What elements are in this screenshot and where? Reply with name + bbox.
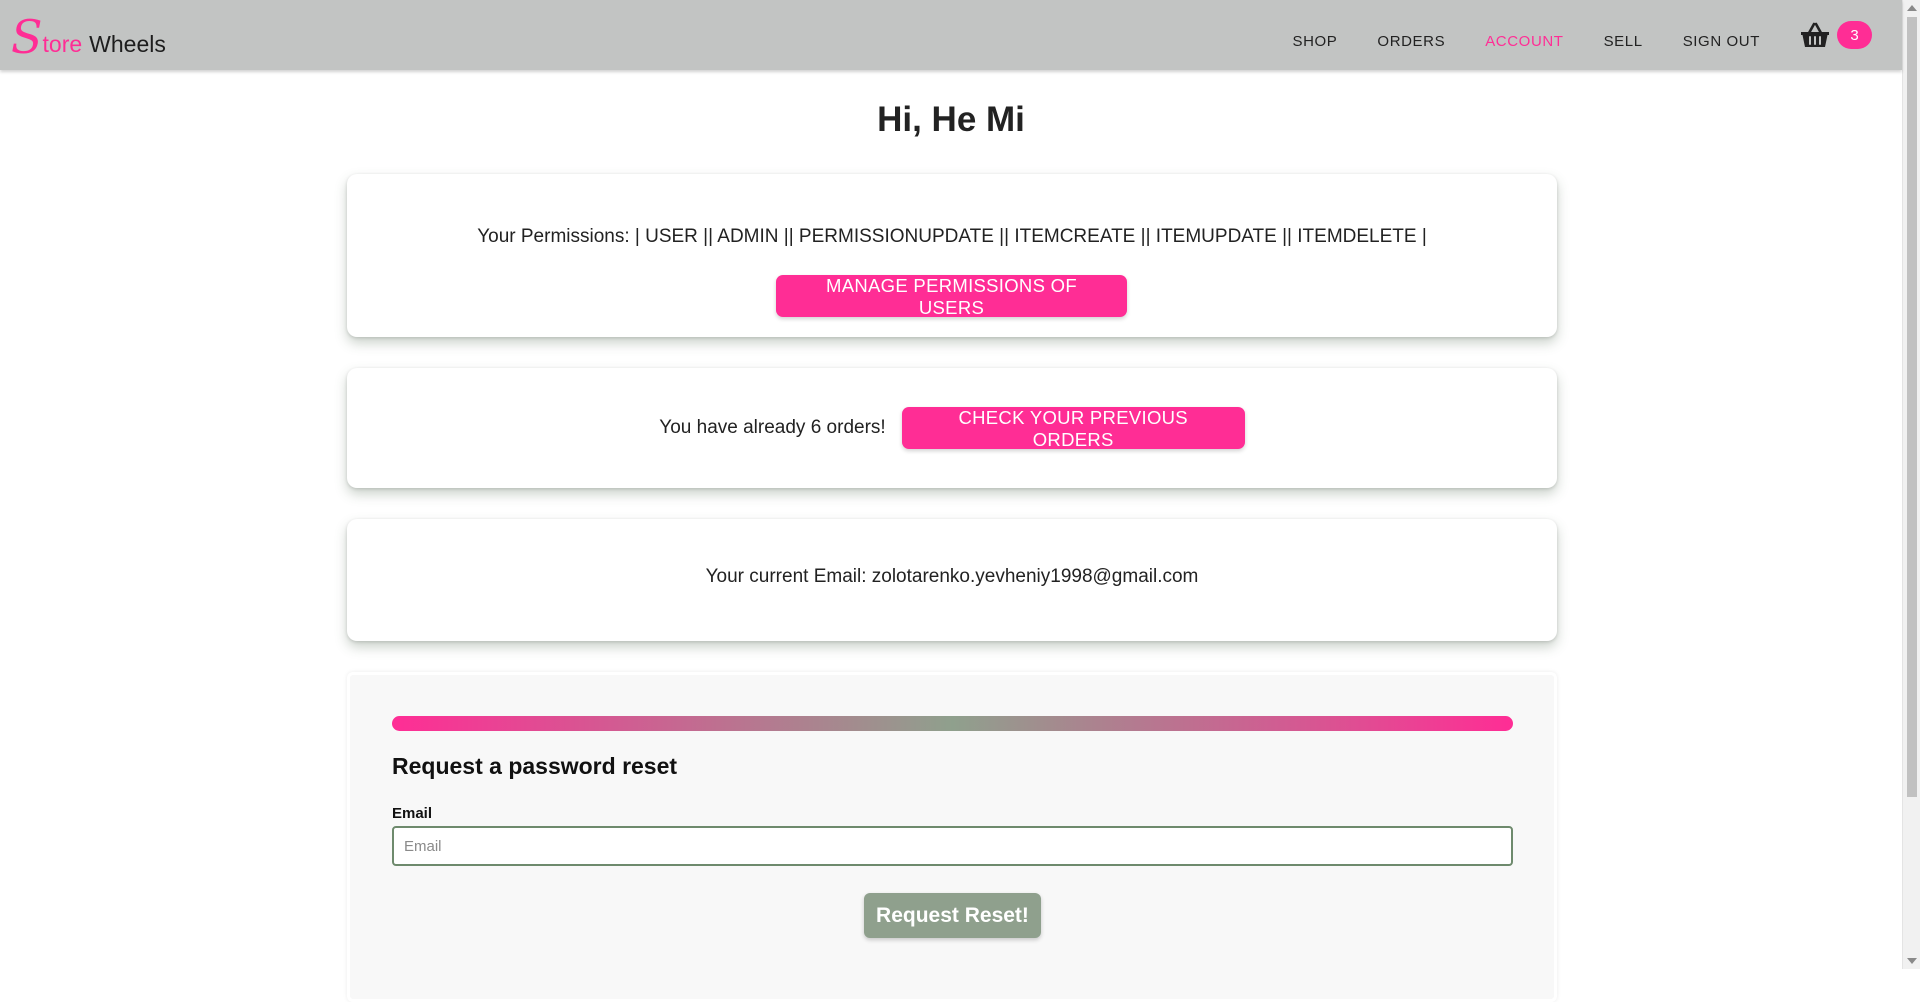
current-email-text: Your current Email: zolotarenko.yevheniy… bbox=[705, 566, 1199, 587]
logo-text-tore: tore bbox=[42, 31, 83, 57]
logo-letter-s: S bbox=[11, 10, 43, 64]
password-reset-form: Request a password reset Email Request R… bbox=[347, 672, 1557, 1002]
nav-shop[interactable]: SHOP bbox=[1293, 21, 1338, 50]
scrollbar-thumb[interactable] bbox=[1907, 17, 1917, 797]
reset-form-title: Request a password reset bbox=[392, 753, 678, 779]
request-reset-button[interactable]: Request Reset! bbox=[864, 893, 1041, 938]
account-page: Hi, He Mi Your Permissions: | USER || AD… bbox=[0, 70, 1902, 1002]
email-field-label: Email bbox=[392, 805, 433, 822]
scroll-down-arrow-icon[interactable] bbox=[1907, 958, 1917, 964]
logo-text-wheels: Wheels bbox=[89, 31, 166, 57]
manage-permissions-button[interactable]: MANAGE PERMISSIONS OF USERS bbox=[776, 275, 1127, 318]
permissions-text: Your Permissions: | USER || ADMIN || PER… bbox=[477, 226, 1427, 247]
orders-count-text: You have already 6 orders! bbox=[659, 417, 886, 438]
store-logo[interactable]: S tore Wheels bbox=[11, 10, 166, 60]
nav-sign-out[interactable]: SIGN OUT bbox=[1683, 21, 1760, 50]
main-nav: SHOP ORDERS ACCOUNT SELL SIGN OUT 3 bbox=[1253, 0, 1903, 70]
form-gradient-bar bbox=[392, 716, 1513, 731]
permissions-card: Your Permissions: | USER || ADMIN || PER… bbox=[347, 174, 1557, 337]
orders-card: You have already 6 orders! CHECK YOUR PR… bbox=[347, 368, 1557, 488]
nav-sell[interactable]: SELL bbox=[1604, 21, 1643, 50]
email-field[interactable] bbox=[392, 826, 1513, 866]
site-header: S tore Wheels SHOP ORDERS ACCOUNT SELL S… bbox=[0, 0, 1902, 70]
nav-account[interactable]: ACCOUNT bbox=[1485, 21, 1563, 50]
email-card: Your current Email: zolotarenko.yevheniy… bbox=[347, 519, 1557, 641]
check-orders-button[interactable]: CHECK YOUR PREVIOUS ORDERS bbox=[901, 407, 1245, 450]
cart-count-badge: 3 bbox=[1837, 21, 1872, 49]
scroll-up-arrow-icon[interactable] bbox=[1907, 5, 1917, 11]
nav-orders[interactable]: ORDERS bbox=[1377, 21, 1445, 50]
page-title: Hi, He Mi bbox=[877, 100, 1025, 139]
orders-row: You have already 6 orders! CHECK YOUR PR… bbox=[347, 407, 1557, 450]
cart-button[interactable]: 3 bbox=[1800, 21, 1872, 49]
vertical-scrollbar[interactable] bbox=[1902, 0, 1920, 969]
basket-icon bbox=[1801, 22, 1829, 47]
